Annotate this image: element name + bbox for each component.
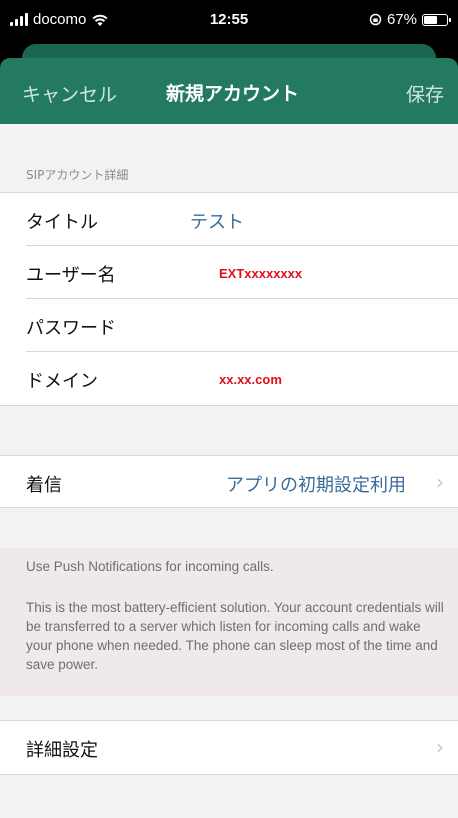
- username-field[interactable]: EXTxxxxxxxx: [219, 266, 302, 281]
- battery-fill: [424, 15, 437, 24]
- push-info-description: This is the most battery-efficient solut…: [26, 600, 444, 672]
- username-row[interactable]: ユーザー名 EXTxxxxxxxx: [26, 246, 458, 299]
- incoming-value: アプリの初期設定利用: [226, 475, 406, 496]
- advanced-group: 詳細設定 ›: [0, 720, 458, 775]
- save-button[interactable]: 保存: [406, 80, 444, 107]
- title-row[interactable]: タイトル テスト: [26, 193, 458, 246]
- title-field[interactable]: テスト: [190, 208, 244, 234]
- battery-icon: [422, 13, 451, 26]
- battery-percent: 67%: [386, 11, 417, 28]
- advanced-settings-row[interactable]: 詳細設定 ›: [26, 721, 458, 774]
- username-label: ユーザー名: [26, 265, 116, 286]
- advanced-settings-label: 詳細設定: [26, 740, 98, 761]
- incoming-label: 着信: [26, 475, 62, 496]
- cancel-button[interactable]: キャンセル: [22, 80, 117, 107]
- domain-label: ドメイン: [26, 371, 98, 392]
- domain-row[interactable]: ドメイン xx.xx.com: [26, 352, 458, 405]
- status-right: 67%: [369, 11, 451, 28]
- chevron-right-icon: ›: [436, 470, 444, 494]
- domain-field[interactable]: xx.xx.com: [219, 372, 282, 387]
- password-row[interactable]: パスワード: [26, 299, 458, 352]
- password-label: パスワード: [26, 318, 116, 339]
- incoming-group: 着信 アプリの初期設定利用 ›: [0, 455, 458, 508]
- orientation-lock-icon: [369, 13, 382, 26]
- section-header-sip: SIPアカウント詳細: [26, 168, 129, 182]
- title-label: タイトル: [26, 212, 98, 233]
- chevron-right-icon: ›: [436, 735, 444, 759]
- nav-bar: キャンセル 新規アカウント 保存: [0, 58, 458, 124]
- nav-container: キャンセル 新規アカウント 保存: [0, 40, 458, 124]
- push-info-box: Use Push Notifications for incoming call…: [0, 548, 458, 696]
- push-info-title: Use Push Notifications for incoming call…: [26, 559, 274, 574]
- page-title: 新規アカウント: [166, 83, 300, 105]
- status-bar: docomo 12:55 67%: [0, 0, 458, 40]
- incoming-row[interactable]: 着信 アプリの初期設定利用 ›: [26, 456, 458, 507]
- sip-account-group: タイトル テスト ユーザー名 EXTxxxxxxxx パスワード ドメイン xx…: [0, 192, 458, 406]
